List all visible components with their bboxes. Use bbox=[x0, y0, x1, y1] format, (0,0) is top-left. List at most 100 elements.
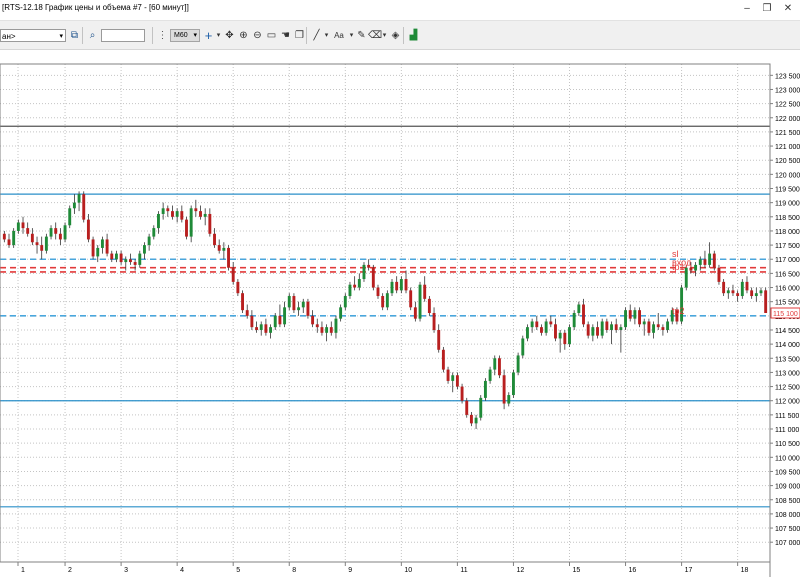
candle-up bbox=[175, 211, 179, 217]
candle-up bbox=[339, 307, 343, 319]
candle-down bbox=[367, 264, 371, 268]
instrument-select[interactable]: ан> ▾ bbox=[0, 29, 66, 42]
zoom-out-icon[interactable]: ⊖ bbox=[251, 29, 264, 42]
candle-up bbox=[493, 358, 497, 370]
timeframe-select[interactable]: M60 ▾ bbox=[170, 29, 200, 42]
candle-up bbox=[334, 318, 338, 333]
candle-down bbox=[371, 267, 375, 288]
candle-up bbox=[348, 284, 352, 297]
y-tick-label: 122 000 bbox=[775, 116, 800, 123]
candle-down bbox=[110, 253, 114, 260]
candle-down bbox=[586, 324, 590, 336]
candle-down bbox=[320, 327, 324, 333]
candle-up bbox=[642, 321, 646, 325]
candle-up bbox=[259, 324, 263, 330]
y-tick-label: 111 000 bbox=[775, 427, 799, 434]
candle-up bbox=[343, 296, 347, 308]
candle-down bbox=[722, 281, 726, 294]
candle-up bbox=[161, 208, 165, 214]
candle-up bbox=[684, 267, 688, 288]
window-title-bar: [RTS-12.18 График цены и объема #7 - [60… bbox=[0, 0, 800, 21]
x-tick-label: 15 bbox=[572, 567, 580, 574]
text-tool-icon[interactable]: Aa bbox=[332, 29, 346, 42]
search-icon[interactable]: ⌕ bbox=[86, 29, 99, 42]
candle-down bbox=[540, 327, 543, 333]
toolbar-divider bbox=[82, 27, 83, 44]
candle-up bbox=[624, 310, 627, 328]
brush-icon[interactable]: ✎ bbox=[355, 29, 368, 42]
candle-down bbox=[35, 242, 39, 246]
y-tick-label: 108 500 bbox=[775, 498, 800, 505]
indicator-icon[interactable]: ▟ bbox=[407, 29, 420, 42]
candle-down bbox=[231, 267, 235, 282]
candle-up bbox=[362, 264, 366, 280]
x-tick-label: 16 bbox=[629, 567, 637, 574]
candle-up bbox=[652, 324, 656, 333]
candle-up bbox=[666, 321, 670, 330]
candle-down bbox=[717, 267, 721, 282]
candle-down bbox=[731, 290, 735, 294]
candle-down bbox=[535, 321, 539, 328]
last-price-marker: 115 100 bbox=[770, 307, 800, 319]
chevron-down-icon[interactable]: ▾ bbox=[59, 30, 63, 43]
candle-up bbox=[521, 338, 525, 356]
candle-down bbox=[194, 208, 198, 212]
minimize-button[interactable]: – bbox=[736, 0, 758, 18]
y-tick-label: 117 000 bbox=[775, 257, 800, 264]
candle-up bbox=[680, 287, 684, 322]
last-price-label: 115 100 bbox=[773, 311, 798, 318]
search-input[interactable] bbox=[101, 29, 145, 42]
link-icon[interactable]: ⧉ bbox=[68, 29, 81, 42]
hand-icon[interactable]: ☚ bbox=[279, 29, 292, 42]
candle-down bbox=[628, 310, 632, 319]
x-tick-label: 8 bbox=[292, 567, 296, 574]
candle-up bbox=[49, 228, 53, 237]
zoom-in-icon[interactable]: ⊕ bbox=[237, 29, 250, 42]
candle-up bbox=[698, 259, 702, 265]
candle-up bbox=[740, 281, 744, 297]
grip-icon: ⋮ bbox=[157, 30, 168, 41]
candle-down bbox=[712, 253, 716, 268]
x-tick-label: 2 bbox=[68, 567, 72, 574]
chevron-down-icon[interactable]: ▾ bbox=[193, 30, 197, 41]
candle-up bbox=[222, 247, 226, 251]
zoom-rect-icon[interactable]: ▭ bbox=[265, 29, 278, 42]
candle-up bbox=[479, 397, 483, 418]
chart-toolbar: ан> ▾ ⧉ ⌕ ⋮ M60 ▾ + ▾ ✥ ⊕ ⊖ ▭ ☚ ❐ ╱ ▾ Aa… bbox=[0, 21, 800, 50]
y-tick-label: 122 500 bbox=[775, 102, 800, 109]
candle-up bbox=[726, 290, 730, 294]
candle-up bbox=[530, 321, 534, 328]
layers-icon[interactable]: ❐ bbox=[293, 29, 306, 42]
candle-up bbox=[152, 228, 156, 237]
candle-down bbox=[264, 324, 268, 333]
candle-up bbox=[273, 315, 277, 328]
candle-up bbox=[544, 321, 548, 333]
move-icon[interactable]: ✥ bbox=[223, 29, 236, 42]
x-tick-label: 5 bbox=[236, 567, 240, 574]
candle-up bbox=[138, 253, 142, 265]
candle-down bbox=[82, 194, 86, 220]
y-tick-label: 114 500 bbox=[775, 328, 800, 335]
candle-down bbox=[647, 321, 651, 333]
eraser-icon[interactable]: ◈ bbox=[389, 29, 402, 42]
candle-down bbox=[423, 284, 427, 299]
candle-down bbox=[661, 327, 665, 330]
restore-button[interactable]: ❐ bbox=[756, 0, 778, 18]
candle-down bbox=[30, 233, 34, 243]
x-tick-label: 17 bbox=[685, 567, 693, 574]
candle-down bbox=[166, 208, 170, 212]
candle-down bbox=[306, 301, 310, 316]
y-tick-label: 111 500 bbox=[775, 413, 799, 420]
close-button[interactable]: ✕ bbox=[777, 0, 799, 18]
candle-down bbox=[409, 290, 413, 308]
candle-down bbox=[2, 233, 6, 240]
candle-down bbox=[703, 259, 707, 265]
candle-down bbox=[311, 315, 315, 325]
candle-down bbox=[455, 375, 459, 387]
price-chart[interactable]: slвходtp1tp2 107 000107 500108 000108 50… bbox=[0, 50, 800, 577]
candle-down bbox=[278, 315, 282, 325]
candle-up bbox=[451, 375, 455, 381]
candle-up bbox=[558, 332, 562, 339]
x-tick-label: 4 bbox=[180, 567, 184, 574]
candle-up bbox=[526, 327, 529, 339]
